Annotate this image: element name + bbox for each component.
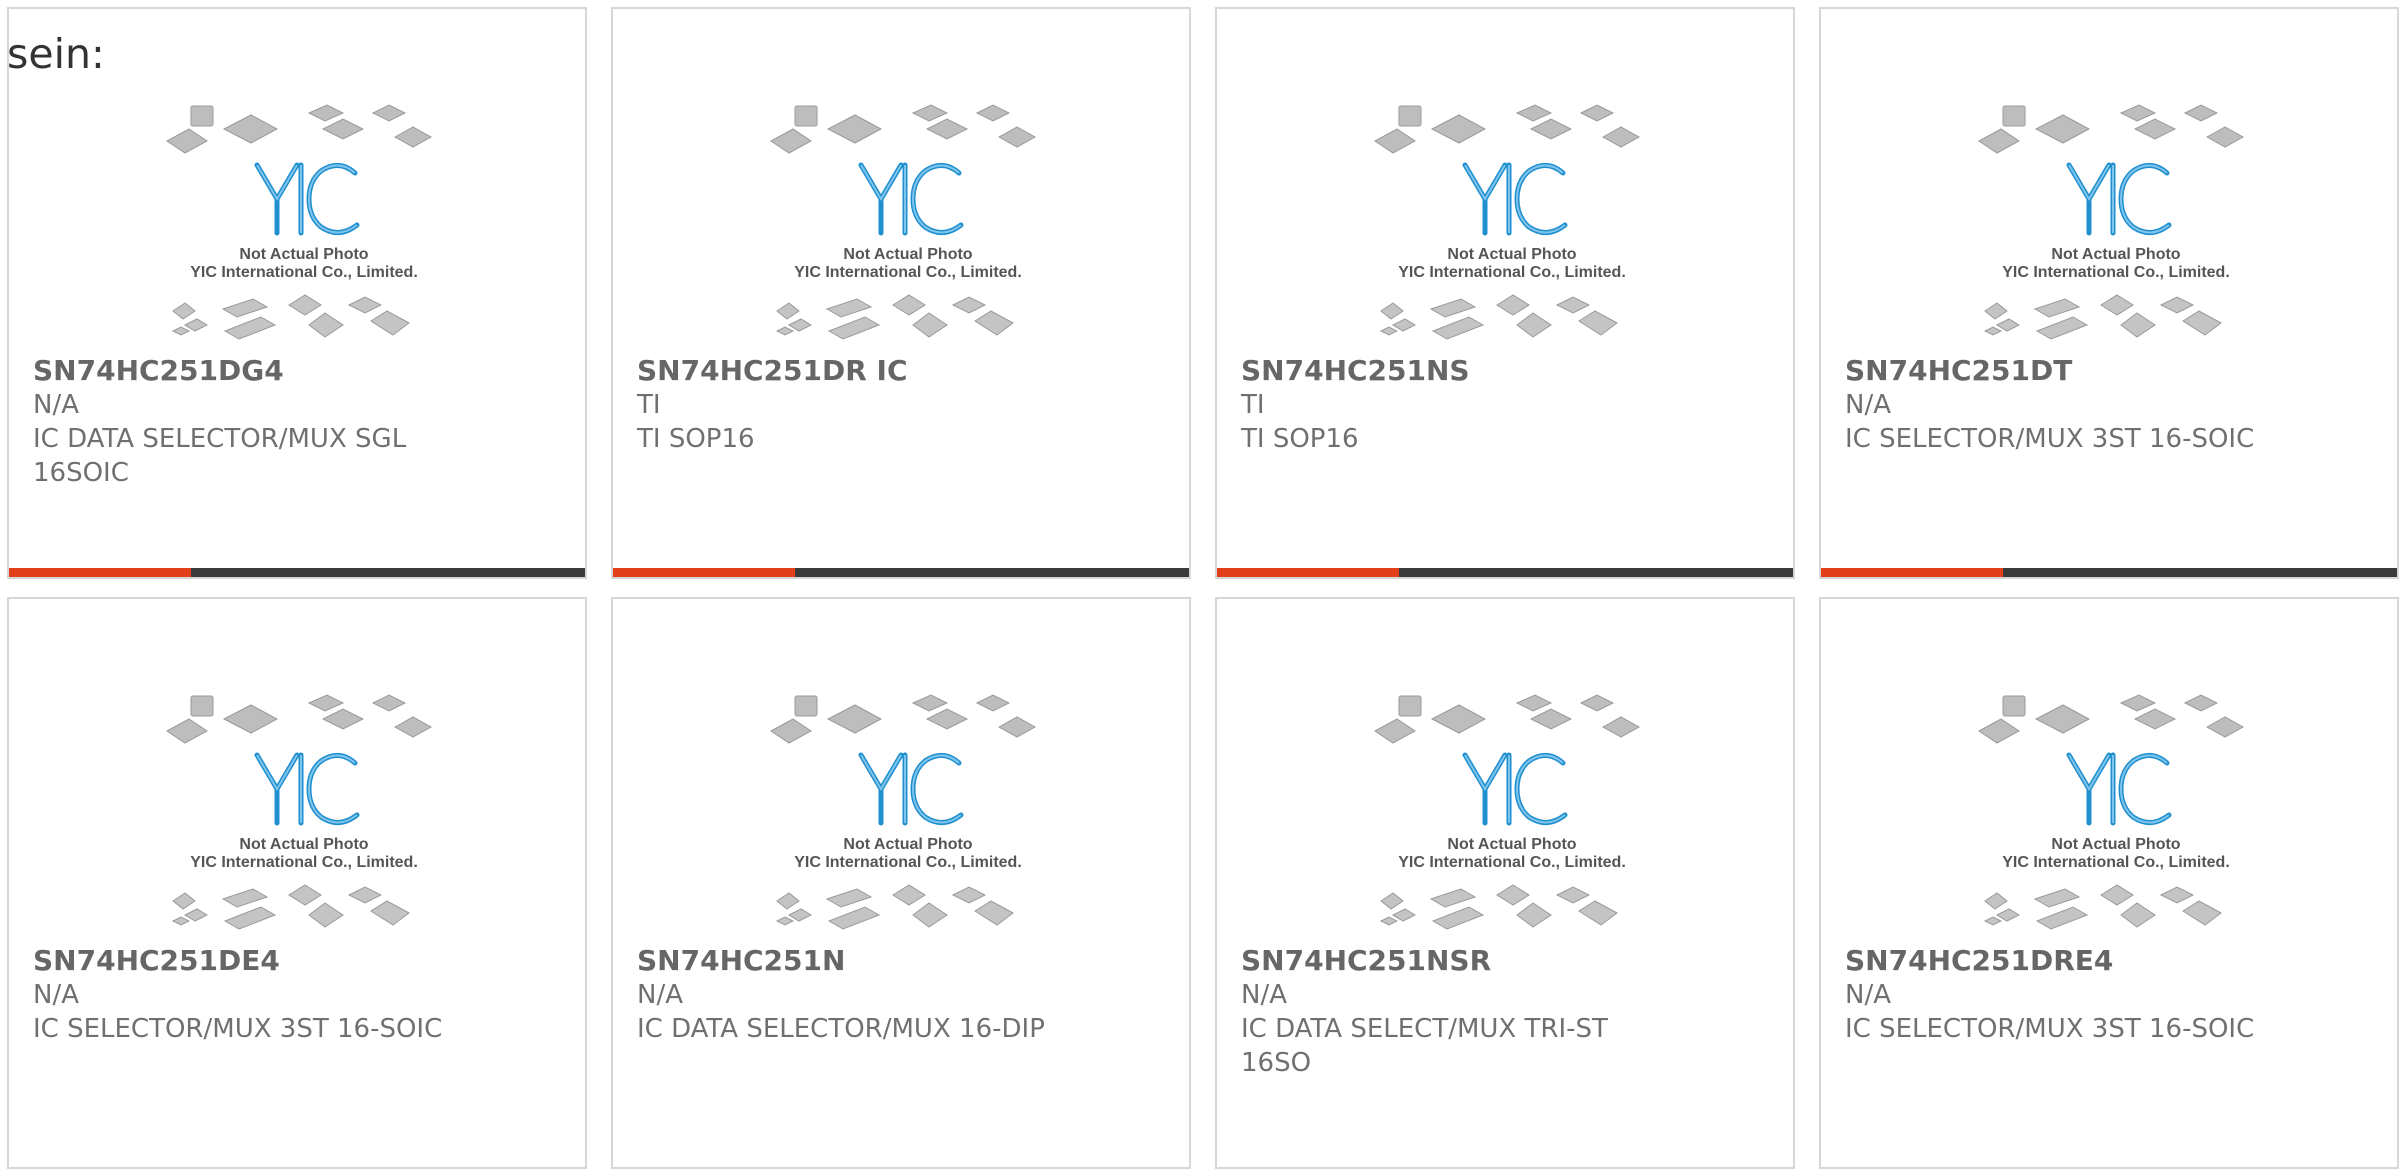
- product-description: IC DATA SELECT/MUX TRI-ST 16SO: [1241, 1014, 1608, 1078]
- placeholder-line2: YIC International Co., Limited.: [794, 264, 1022, 281]
- product-placeholder-image[interactable]: Not Actual Photo YIC International Co., …: [1971, 99, 2261, 349]
- product-card[interactable]: Not Actual Photo YIC International Co., …: [1819, 597, 2399, 1169]
- manufacturer: TI: [1241, 390, 1265, 420]
- manufacturer: N/A: [637, 980, 683, 1010]
- card-accent-bar: [613, 568, 795, 577]
- part-number[interactable]: SN74HC251NS: [1241, 354, 1769, 388]
- product-card[interactable]: Not Actual Photo YIC International Co., …: [1215, 597, 1795, 1169]
- product-description: TI SOP16: [637, 424, 755, 454]
- manufacturer: N/A: [33, 390, 79, 420]
- product-placeholder-image[interactable]: Not Actual Photo YIC International Co., …: [1367, 99, 1657, 349]
- section-heading: sein:: [7, 30, 105, 78]
- placeholder-line1: Not Actual Photo: [239, 836, 368, 853]
- product-description: IC SELECTOR/MUX 3ST 16-SOIC: [1845, 1014, 2255, 1044]
- manufacturer: TI: [637, 390, 661, 420]
- card-bottom-bar: [1217, 568, 1793, 577]
- placeholder-line1: Not Actual Photo: [1447, 836, 1576, 853]
- placeholder-line1: Not Actual Photo: [843, 836, 972, 853]
- manufacturer: N/A: [1845, 980, 1891, 1010]
- placeholder-line2: YIC International Co., Limited.: [2002, 854, 2230, 871]
- placeholder-line1: Not Actual Photo: [2051, 246, 2180, 263]
- product-placeholder-image[interactable]: Not Actual Photo YIC International Co., …: [763, 689, 1053, 939]
- product-description: TI SOP16: [1241, 424, 1359, 454]
- card-accent-bar: [1821, 568, 2003, 577]
- part-number[interactable]: SN74HC251DRE4: [1845, 944, 2373, 978]
- product-grid: Not Actual Photo YIC International Co., …: [7, 7, 2399, 1169]
- card-bottom-bar: [9, 568, 585, 577]
- placeholder-line1: Not Actual Photo: [2051, 836, 2180, 853]
- card-accent-bar: [1217, 568, 1399, 577]
- part-number[interactable]: SN74HC251N: [637, 944, 1165, 978]
- manufacturer: N/A: [1845, 390, 1891, 420]
- card-accent-bar: [9, 568, 191, 577]
- manufacturer: N/A: [33, 980, 79, 1010]
- product-card[interactable]: Not Actual Photo YIC International Co., …: [611, 597, 1191, 1169]
- product-card[interactable]: Not Actual Photo YIC International Co., …: [7, 597, 587, 1169]
- product-placeholder-image[interactable]: Not Actual Photo YIC International Co., …: [1367, 689, 1657, 939]
- product-card[interactable]: Not Actual Photo YIC International Co., …: [611, 7, 1191, 579]
- placeholder-line2: YIC International Co., Limited.: [1398, 854, 1626, 871]
- product-description: IC SELECTOR/MUX 3ST 16-SOIC: [33, 1014, 443, 1044]
- placeholder-line1: Not Actual Photo: [1447, 246, 1576, 263]
- placeholder-line2: YIC International Co., Limited.: [190, 854, 418, 871]
- placeholder-line2: YIC International Co., Limited.: [190, 264, 418, 281]
- product-card[interactable]: Not Actual Photo YIC International Co., …: [1819, 7, 2399, 579]
- card-bottom-bar: [1821, 568, 2397, 577]
- part-number[interactable]: SN74HC251DT: [1845, 354, 2373, 388]
- part-number[interactable]: SN74HC251DG4: [33, 354, 561, 388]
- product-placeholder-image[interactable]: Not Actual Photo YIC International Co., …: [763, 99, 1053, 349]
- product-placeholder-image[interactable]: Not Actual Photo YIC International Co., …: [159, 99, 449, 349]
- product-description: IC DATA SELECTOR/MUX 16-DIP: [637, 1014, 1045, 1044]
- product-description: IC DATA SELECTOR/MUX SGL 16SOIC: [33, 424, 407, 488]
- manufacturer: N/A: [1241, 980, 1287, 1010]
- placeholder-line2: YIC International Co., Limited.: [1398, 264, 1626, 281]
- product-card[interactable]: Not Actual Photo YIC International Co., …: [1215, 7, 1795, 579]
- product-placeholder-image[interactable]: Not Actual Photo YIC International Co., …: [1971, 689, 2261, 939]
- product-card[interactable]: Not Actual Photo YIC International Co., …: [7, 7, 587, 579]
- part-number[interactable]: SN74HC251DE4: [33, 944, 561, 978]
- card-bottom-bar: [613, 568, 1189, 577]
- placeholder-line2: YIC International Co., Limited.: [2002, 264, 2230, 281]
- placeholder-line1: Not Actual Photo: [843, 246, 972, 263]
- product-description: IC SELECTOR/MUX 3ST 16-SOIC: [1845, 424, 2255, 454]
- product-placeholder-image[interactable]: Not Actual Photo YIC International Co., …: [159, 689, 449, 939]
- part-number[interactable]: SN74HC251DR IC: [637, 354, 1165, 388]
- placeholder-line1: Not Actual Photo: [239, 246, 368, 263]
- placeholder-line2: YIC International Co., Limited.: [794, 854, 1022, 871]
- part-number[interactable]: SN74HC251NSR: [1241, 944, 1769, 978]
